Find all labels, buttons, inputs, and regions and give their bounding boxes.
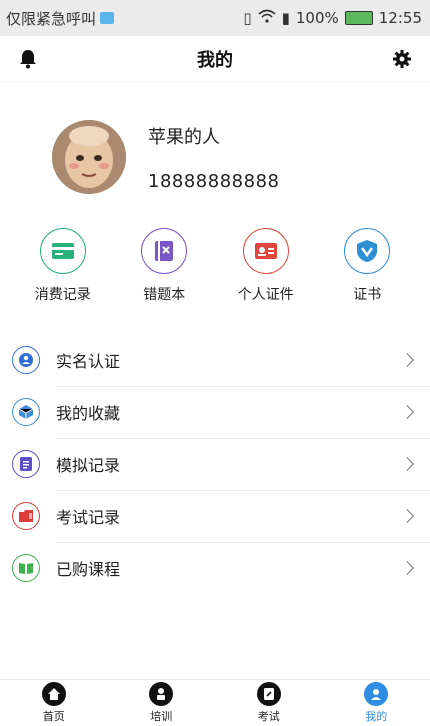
- user-id-icon: [12, 346, 40, 374]
- menu-item-exam-records[interactable]: 考试记录: [0, 490, 430, 543]
- quick-actions: 消费记录 错题本 个人证件 证书: [0, 228, 430, 304]
- user-icon: [364, 682, 389, 706]
- battery-percent: 100%: [295, 9, 339, 27]
- chevron-right-icon: [399, 560, 415, 576]
- status-bar: 仅限紧急呼叫 ▯ ▮ 100% 12:55: [0, 0, 430, 36]
- quick-label: 证书: [353, 287, 382, 303]
- tab-label: 培训: [150, 710, 173, 723]
- page-title: 我的: [197, 49, 233, 71]
- app-header: 我的: [0, 36, 430, 82]
- menu-item-purchased-courses[interactable]: 已购课程: [0, 542, 430, 594]
- exam-icon: [256, 682, 281, 706]
- document-icon: [12, 450, 40, 478]
- gear-icon[interactable]: [390, 47, 414, 71]
- avatar[interactable]: [52, 120, 126, 194]
- chevron-right-icon: [399, 352, 415, 367]
- menu-label: 已购课程: [56, 560, 121, 579]
- vibrate-icon: ▯: [243, 9, 252, 27]
- menu-item-favorites[interactable]: 我的收藏: [0, 386, 430, 439]
- tab-exam[interactable]: 考试: [215, 680, 323, 726]
- wifi-icon: [258, 9, 276, 27]
- tab-mine[interactable]: 我的: [323, 680, 430, 726]
- signal-icon: ▮: [281, 9, 290, 27]
- tab-label: 考试: [257, 710, 280, 723]
- quick-label: 消费记录: [34, 287, 91, 303]
- quick-label: 个人证件: [237, 287, 294, 303]
- cube-icon: [12, 398, 40, 426]
- menu-label: 我的收藏: [56, 403, 121, 423]
- battery-icon: [344, 11, 373, 25]
- chevron-right-icon: [399, 508, 415, 523]
- profile-phone: 18888888888: [148, 170, 280, 192]
- shield-check-icon: [344, 228, 391, 274]
- quick-personal-id[interactable]: 个人证件: [221, 228, 311, 304]
- card-icon: [39, 228, 86, 274]
- menu-label: 考试记录: [56, 507, 121, 527]
- menu-label: 实名认证: [56, 351, 121, 371]
- bell-icon[interactable]: [16, 47, 40, 71]
- chevron-right-icon: [399, 456, 415, 471]
- menu-label: 模拟记录: [56, 455, 121, 475]
- menu-item-real-name[interactable]: 实名认证: [0, 334, 430, 387]
- profile-name: 苹果的人: [148, 126, 220, 148]
- tab-label: 首页: [42, 710, 65, 723]
- id-card-icon: [242, 228, 289, 274]
- quick-consumption-records[interactable]: 消费记录: [18, 228, 108, 304]
- folder-icon: [12, 502, 40, 530]
- profile-card[interactable]: 苹果的人 18888888888: [0, 82, 430, 212]
- menu-item-mock-records[interactable]: 模拟记录: [0, 438, 430, 491]
- menu-list: 实名认证 我的收藏 模拟记录 考试记录 已购课程: [0, 334, 430, 594]
- bottom-tab-bar: 首页 培训 考试 我的: [0, 679, 430, 726]
- sim-icon: [100, 12, 115, 24]
- carrier-text: 仅限紧急呼叫: [6, 9, 97, 28]
- tab-home[interactable]: 首页: [0, 680, 108, 726]
- open-book-icon: [12, 554, 40, 582]
- chevron-right-icon: [399, 404, 415, 419]
- training-icon: [149, 682, 174, 706]
- tab-label: 我的: [365, 710, 388, 723]
- clock: 12:55: [378, 9, 422, 27]
- tab-training[interactable]: 培训: [108, 680, 216, 726]
- home-icon: [41, 682, 66, 706]
- quick-label: 错题本: [143, 287, 186, 303]
- quick-certificate[interactable]: 证书: [322, 228, 412, 304]
- quick-wrong-questions[interactable]: 错题本: [119, 228, 209, 304]
- book-x-icon: [141, 228, 188, 274]
